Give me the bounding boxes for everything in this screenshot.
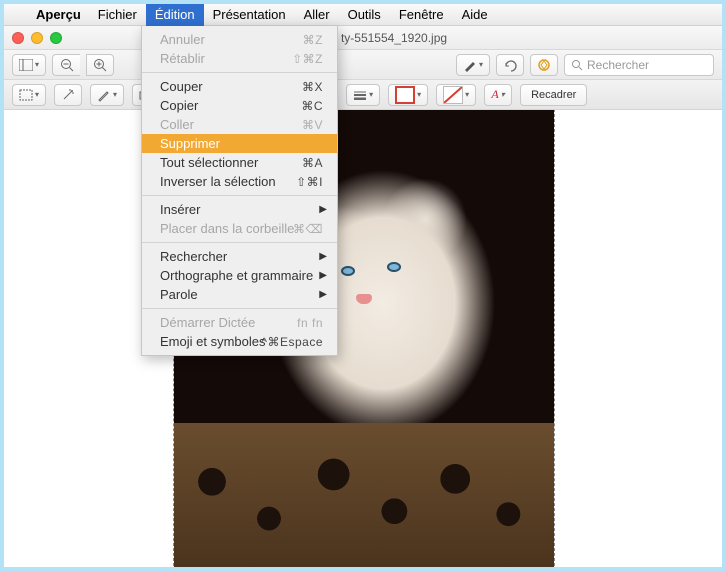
- menu-item-shortcut: fn fn: [297, 316, 323, 330]
- menu-aide[interactable]: Aide: [453, 4, 497, 26]
- fill-color-button[interactable]: ▾: [436, 84, 476, 106]
- menu-item-label: Copier: [160, 98, 198, 113]
- preview-window: ty-551554_1920.jpg ▾ ▾: [4, 26, 722, 567]
- leopard-fabric: [174, 423, 554, 567]
- search-field[interactable]: Rechercher: [564, 54, 714, 76]
- menu-edition[interactable]: Édition: [146, 4, 204, 26]
- menu-item-label: Parole: [160, 287, 198, 302]
- menu-item-emoji-et-symboles[interactable]: Emoji et symboles^⌘Espace: [142, 332, 337, 351]
- lines-icon: [353, 90, 367, 100]
- markup-button[interactable]: ▾: [456, 54, 490, 76]
- menu-item-label: Insérer: [160, 202, 200, 217]
- instant-alpha-button[interactable]: [54, 84, 82, 106]
- zoom-button[interactable]: [50, 32, 62, 44]
- menu-item-label: Rechercher: [160, 249, 227, 264]
- main-toolbar: ▾ ▾ Rechercher: [4, 50, 722, 80]
- submenu-arrow-icon: ▶: [319, 204, 327, 215]
- menu-item-shortcut: ⌘Z: [303, 33, 323, 47]
- pencil-icon: [463, 58, 477, 72]
- menu-item-d-marrer-dict-e: Démarrer Dictée fn fn: [142, 313, 337, 332]
- fill-color-swatch: [443, 86, 463, 104]
- submenu-arrow-icon: ▶: [319, 270, 327, 281]
- menu-item-label: Emoji et symboles: [160, 334, 265, 349]
- sidebar-icon: [19, 59, 33, 71]
- submenu-arrow-icon: ▶: [319, 251, 327, 262]
- zoom-out-button[interactable]: [52, 54, 80, 76]
- sketch-button[interactable]: ▾: [90, 84, 124, 106]
- canvas[interactable]: [4, 110, 722, 567]
- minimize-button[interactable]: [31, 32, 43, 44]
- menu-item-annuler: Annuler ⌘Z: [142, 30, 337, 49]
- menu-item-shortcut: ⌘C: [301, 99, 323, 113]
- menu-item-orthographe-et-grammaire[interactable]: Orthographe et grammaire ▶: [142, 266, 337, 285]
- highlight-button[interactable]: [530, 54, 558, 76]
- submenu-arrow-icon: ▶: [319, 289, 327, 300]
- text-style-button[interactable]: A▾: [484, 84, 512, 106]
- edition-dropdown: Annuler ⌘Z Rétablir ⇧⌘Z Couper ⌘X Copier ⌘C Coll…: [141, 26, 338, 356]
- menu-item-supprimer[interactable]: Supprimer: [142, 134, 337, 153]
- sidebar-toggle-button[interactable]: ▾: [12, 54, 46, 76]
- border-color-swatch: [395, 86, 415, 104]
- pencil-outline-icon: [97, 88, 111, 102]
- cat-nose: [356, 294, 372, 304]
- menu-item-label: Rétablir: [160, 51, 205, 66]
- cat-eye-left: [341, 266, 355, 276]
- border-color-button[interactable]: ▾: [388, 84, 428, 106]
- menu-item-label: Annuler: [160, 32, 205, 47]
- menubar: Aperçu Fichier Édition Présentation Alle…: [4, 4, 722, 26]
- menu-item-shortcut: ⇧⌘I: [296, 175, 323, 189]
- rotate-button[interactable]: [496, 54, 524, 76]
- zoom-out-icon: [60, 58, 74, 72]
- zoom-in-button[interactable]: [86, 54, 114, 76]
- cat-eye-right: [387, 262, 401, 272]
- menu-item-label: Inverser la sélection: [160, 174, 276, 189]
- menu-item-tout-s-lectionner[interactable]: Tout sélectionner ⌘A: [142, 153, 337, 172]
- markup-toolbar: ▾ ▾ ▾ A ▾ ▾: [4, 80, 722, 110]
- menu-item-r-tablir: Rétablir ⇧⌘Z: [142, 49, 337, 68]
- line-weight-button[interactable]: ▾: [346, 84, 380, 106]
- menu-item-inverser-la-s-lection[interactable]: Inverser la sélection ⇧⌘I: [142, 172, 337, 191]
- menu-item-label: Placer dans la corbeille: [160, 221, 294, 236]
- search-icon: [571, 59, 583, 71]
- traffic-lights: [12, 32, 62, 44]
- menu-item-shortcut: ⌘⌫: [293, 222, 323, 236]
- menu-item-shortcut: ⇧⌘Z: [292, 52, 323, 66]
- menu-item-label: Supprimer: [160, 136, 220, 151]
- close-button[interactable]: [12, 32, 24, 44]
- menu-item-coller: Coller ⌘V: [142, 115, 337, 134]
- menu-item-shortcut: ^⌘Espace: [261, 335, 323, 349]
- menu-item-label: Orthographe et grammaire: [160, 268, 313, 283]
- menu-item-couper[interactable]: Couper ⌘X: [142, 77, 337, 96]
- menu-item-rechercher[interactable]: Rechercher ▶: [142, 247, 337, 266]
- menu-outils[interactable]: Outils: [339, 4, 390, 26]
- highlight-icon: [537, 58, 551, 72]
- menu-item-label: Tout sélectionner: [160, 155, 258, 170]
- rotate-icon: [503, 58, 517, 72]
- menu-item-shortcut: ⌘X: [302, 80, 323, 94]
- menu-item-parole[interactable]: Parole ▶: [142, 285, 337, 304]
- menu-presentation[interactable]: Présentation: [204, 4, 295, 26]
- selection-icon: [19, 89, 33, 101]
- menu-fenetre[interactable]: Fenêtre: [390, 4, 453, 26]
- selection-tool-button[interactable]: ▾: [12, 84, 46, 106]
- menu-item-label: Couper: [160, 79, 203, 94]
- menu-item-label: Démarrer Dictée: [160, 315, 255, 330]
- search-placeholder: Rechercher: [587, 58, 649, 72]
- menu-item-ins-rer[interactable]: Insérer ▶: [142, 200, 337, 219]
- menu-item-placer-dans-la-corbeille: Placer dans la corbeille⌘⌫: [142, 219, 337, 238]
- app-name[interactable]: Aperçu: [28, 7, 89, 22]
- menu-item-shortcut: ⌘V: [302, 118, 323, 132]
- menu-item-copier[interactable]: Copier ⌘C: [142, 96, 337, 115]
- menu-item-label: Coller: [160, 117, 194, 132]
- menu-aller[interactable]: Aller: [295, 4, 339, 26]
- titlebar: ty-551554_1920.jpg: [4, 26, 722, 50]
- zoom-in-icon: [93, 58, 107, 72]
- wand-icon: [61, 88, 75, 102]
- crop-button[interactable]: Recadrer: [520, 84, 587, 106]
- menu-item-shortcut: ⌘A: [302, 156, 323, 170]
- menu-fichier[interactable]: Fichier: [89, 4, 146, 26]
